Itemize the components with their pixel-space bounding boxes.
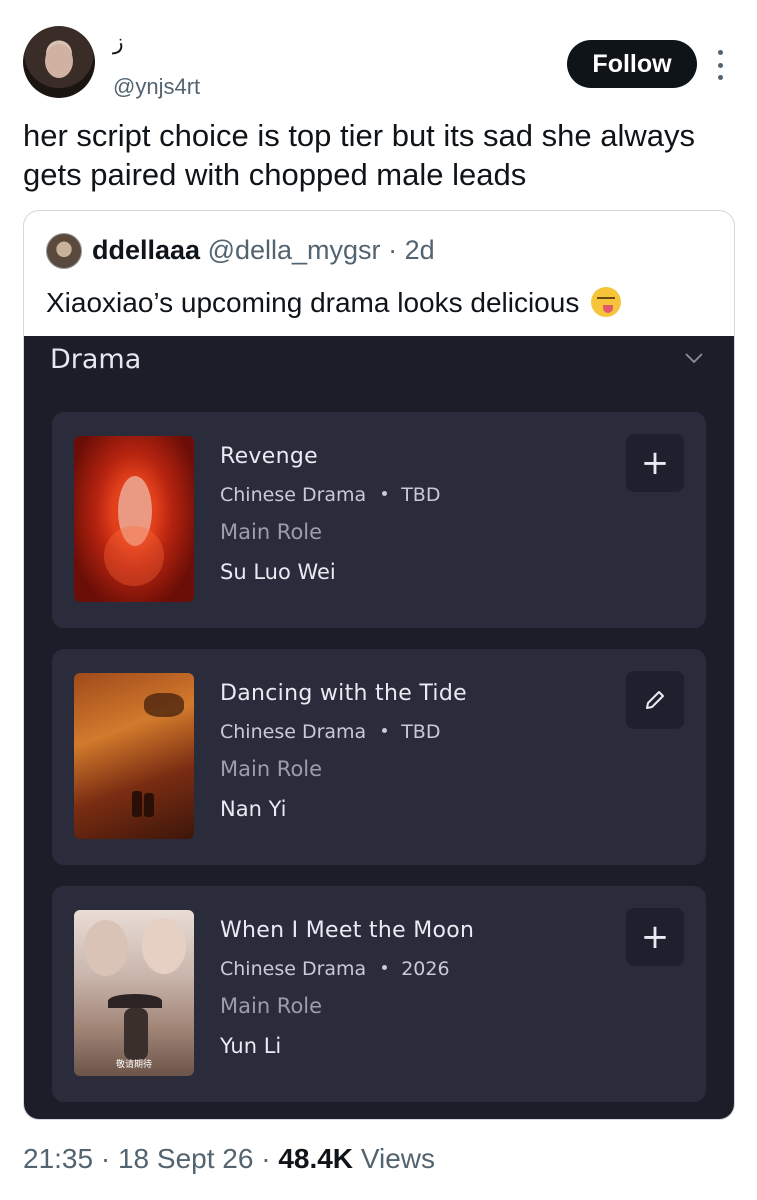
- quote-age: 2d: [404, 235, 435, 265]
- plus-icon: +: [640, 917, 670, 957]
- drama-card[interactable]: Revenge Chinese Drama TBD Main Role Su Lu…: [52, 412, 706, 628]
- more-options-icon[interactable]: [712, 50, 728, 80]
- edit-drama-button[interactable]: [626, 671, 684, 729]
- pencil-icon: [646, 691, 664, 709]
- drama-role: Main Role: [220, 994, 323, 1018]
- drama-role: Main Role: [220, 520, 323, 544]
- author-display-name[interactable]: ز: [113, 30, 124, 55]
- quote-header: ddellaaa @della_mygsr · 2d: [92, 235, 435, 266]
- drama-list-screenshot: Drama Revenge Chinese Drama TBD Main Role…: [24, 336, 734, 1119]
- tweet-date[interactable]: 18 Sept 26: [118, 1143, 253, 1174]
- plus-icon: +: [640, 443, 670, 483]
- drama-character: Yun Li: [220, 1034, 282, 1058]
- quote-author-name[interactable]: ddellaaa: [92, 235, 200, 265]
- quote-tweet-card[interactable]: ddellaaa @della_mygsr · 2d Xiaoxiao’s up…: [23, 210, 735, 1120]
- footer-dot: ·: [100, 1143, 111, 1174]
- views-count[interactable]: 48.4K: [278, 1143, 353, 1174]
- drama-title[interactable]: Dancing with the Tide: [220, 681, 467, 706]
- drama-meta: Chinese Drama 2026: [220, 958, 450, 980]
- drama-section-title: Drama: [50, 344, 142, 375]
- tweet-time[interactable]: 21:35: [23, 1143, 93, 1174]
- drama-title[interactable]: When I Meet the Moon: [220, 918, 474, 943]
- drama-title[interactable]: Revenge: [220, 444, 318, 469]
- drama-year: TBD: [401, 721, 441, 743]
- quote-separator: ·: [388, 235, 398, 265]
- drama-year: 2026: [401, 958, 450, 980]
- grinning-squinting-emoji-icon: [591, 287, 622, 317]
- quote-author-avatar[interactable]: [46, 233, 82, 269]
- drama-type: Chinese Drama: [220, 958, 367, 980]
- drama-type: Chinese Drama: [220, 721, 367, 743]
- drama-meta: Chinese Drama TBD: [220, 484, 440, 506]
- quote-text-line: Xiaoxiao’s upcoming drama looks deliciou…: [46, 287, 622, 319]
- chevron-down-icon[interactable]: [684, 348, 704, 368]
- drama-role: Main Role: [220, 757, 323, 781]
- drama-meta: Chinese Drama TBD: [220, 721, 440, 743]
- meta-dot: [382, 728, 388, 733]
- drama-type: Chinese Drama: [220, 484, 367, 506]
- meta-dot: [382, 965, 388, 970]
- drama-character: Nan Yi: [220, 797, 287, 821]
- follow-button[interactable]: Follow: [567, 40, 697, 88]
- drama-poster-image: [74, 673, 194, 839]
- poster-caption: 敬请期待: [115, 1060, 152, 1070]
- tweet-footer: 21:35 · 18 Sept 26 · 48.4K Views: [23, 1143, 435, 1175]
- tweet-text: her script choice is top tier but its sa…: [23, 118, 695, 192]
- drama-card[interactable]: 敬请期待 When I Meet the Moon Chinese Drama 2…: [52, 886, 706, 1102]
- footer-dot: ·: [261, 1143, 271, 1174]
- views-label: Views: [360, 1143, 435, 1174]
- author-handle[interactable]: @ynjs4rt: [113, 74, 200, 100]
- quote-author-handle[interactable]: @della_mygsr: [208, 235, 381, 265]
- add-drama-button[interactable]: +: [626, 908, 684, 966]
- add-drama-button[interactable]: +: [626, 434, 684, 492]
- author-avatar[interactable]: [23, 26, 95, 98]
- drama-poster-image: 敬请期待: [74, 910, 194, 1076]
- drama-card[interactable]: Dancing with the Tide Chinese Drama TBD M…: [52, 649, 706, 865]
- quote-text: Xiaoxiao’s upcoming drama looks deliciou…: [46, 287, 580, 318]
- meta-dot: [382, 491, 388, 496]
- drama-character: Su Luo Wei: [220, 560, 336, 584]
- drama-poster-image: [74, 436, 194, 602]
- drama-year: TBD: [401, 484, 441, 506]
